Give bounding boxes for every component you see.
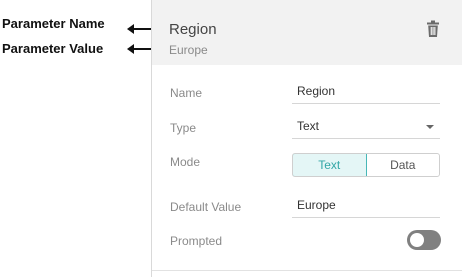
mode-label: Mode (170, 155, 201, 169)
chevron-down-icon (426, 125, 434, 129)
parameter-value: Europe (169, 43, 208, 57)
parameter-value-callout: Parameter Value (2, 41, 104, 56)
parameter-name: Region (169, 21, 217, 38)
parameter-name-callout: Parameter Name (2, 16, 105, 31)
name-field-value: Region (297, 84, 336, 98)
type-label: Type (170, 121, 197, 135)
mode-data-button[interactable]: Data (367, 154, 440, 176)
panel-divider (152, 270, 462, 271)
mode-text-button[interactable]: Text (293, 154, 367, 176)
type-dropdown-value: Text (297, 119, 320, 133)
trash-icon[interactable] (425, 20, 441, 38)
default-value-text: Europe (297, 198, 336, 212)
name-field[interactable]: Region (292, 81, 440, 104)
prompted-toggle[interactable] (407, 230, 441, 250)
name-label: Name (170, 86, 203, 100)
parameter-panel: Region Europe Name Region Type Text Mode… (151, 0, 462, 277)
prompted-label: Prompted (170, 234, 223, 248)
default-value-field[interactable]: Europe (292, 195, 440, 218)
default-value-label: Default Value (170, 200, 242, 214)
mode-toggle-group: Text Data (292, 153, 440, 177)
parameter-header[interactable]: Region Europe (152, 0, 462, 65)
type-dropdown[interactable]: Text (292, 116, 440, 139)
toggle-knob (410, 233, 424, 247)
